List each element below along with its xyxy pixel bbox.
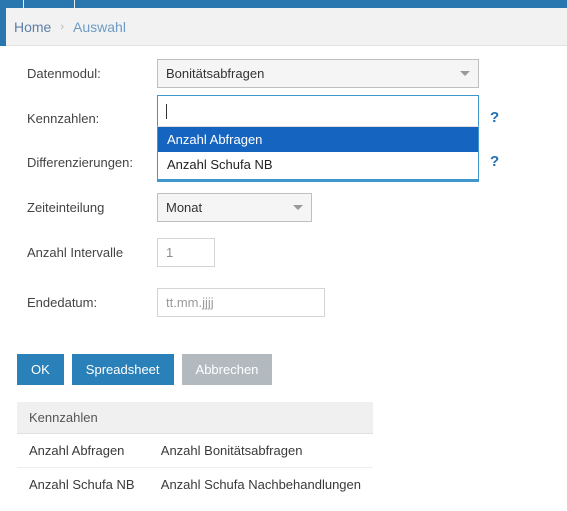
table-cell-description: Anzahl Schufa Nachbehandlungen [160, 477, 361, 492]
chevron-down-icon [460, 70, 470, 76]
table-row[interactable]: Anzahl Abfragen Anzahl Bonitätsabfragen [17, 433, 373, 468]
text-cursor [166, 103, 167, 119]
navbar-slot-1[interactable] [0, 0, 24, 8]
top-navbar [0, 0, 567, 8]
table-row[interactable]: Anzahl Schufa NB Anzahl Schufa Nachbehan… [17, 468, 373, 502]
chevron-down-icon [293, 204, 303, 210]
chevron-right-icon: › [60, 21, 65, 33]
table-header-row: Kennzahlen [17, 402, 373, 434]
breadcrumb-link-home[interactable]: Home [14, 19, 51, 35]
label-differenzierungen: Differenzierungen: [27, 154, 133, 170]
kennzahlen-option-anzahl-schufa-nb[interactable]: Anzahl Schufa NB [158, 152, 478, 177]
table-cell-description: Anzahl Bonitätsabfragen [148, 433, 373, 468]
kennzahlen-option-anzahl-abfragen[interactable]: Anzahl Abfragen [158, 127, 478, 152]
breadcrumb-bar: Home › Auswahl [0, 8, 567, 46]
select-zeiteinteilung-value: Monat [166, 199, 203, 215]
help-icon-kennzahlen[interactable]: ? [490, 110, 499, 125]
kennzahlen-dropdown-list: Anzahl Abfragen Anzahl Schufa NB [157, 126, 479, 182]
form-row-zeiteinteilung: Zeiteinteilung Monat [0, 191, 567, 223]
spreadsheet-button[interactable]: Spreadsheet [71, 354, 174, 385]
combobox-kennzahlen: Anzahl Abfragen Anzahl Schufa NB [157, 95, 479, 182]
label-endedatum: Endedatum: [27, 294, 98, 310]
cancel-button[interactable]: Abbrechen [181, 354, 273, 385]
select-datenmodul-value: Bonitätsabfragen [166, 65, 265, 81]
navbar-slot-2[interactable] [24, 0, 75, 8]
navbar-slot-3[interactable] [75, 0, 129, 8]
label-anzahl-intervalle: Anzahl Intervalle [27, 244, 124, 260]
navbar-slot-4 [129, 0, 567, 8]
input-endedatum[interactable]: tt.mm.jjjj [157, 287, 325, 317]
form-row-datenmodul: Datenmodul: Bonitätsabfragen [0, 57, 567, 89]
label-datenmodul: Datenmodul: [27, 65, 101, 81]
form-row-anzahl-intervalle: Anzahl Intervalle 1 [0, 236, 567, 268]
select-zeiteinteilung[interactable]: Monat [157, 192, 312, 222]
breadcrumb-accent-bar [0, 8, 6, 46]
ok-button[interactable]: OK [17, 354, 64, 385]
help-icon-differenzierungen[interactable]: ? [490, 154, 499, 169]
table-header-kennzahlen: Kennzahlen [17, 402, 373, 434]
kennzahlen-table: Kennzahlen Anzahl Abfragen Anzahl Bonitä… [17, 402, 373, 501]
breadcrumb: Home › Auswahl [14, 8, 126, 46]
label-zeiteinteilung: Zeiteinteilung [27, 199, 105, 215]
table-cell-key: Anzahl Schufa NB [29, 477, 135, 492]
label-kennzahlen: Kennzahlen: [27, 110, 100, 126]
table-cell-key: Anzahl Abfragen [17, 433, 149, 468]
select-datenmodul[interactable]: Bonitätsabfragen [157, 58, 479, 88]
button-row: OK Spreadsheet Abbrechen [17, 354, 273, 385]
form-row-endedatum: Endedatum: tt.mm.jjjj [0, 286, 567, 318]
main-content: Datenmodul: Bonitätsabfragen Kennzahlen:… [0, 47, 567, 511]
kennzahlen-input[interactable] [157, 95, 479, 126]
input-anzahl-intervalle[interactable]: 1 [157, 237, 215, 267]
breadcrumb-current-auswahl: Auswahl [73, 19, 126, 35]
